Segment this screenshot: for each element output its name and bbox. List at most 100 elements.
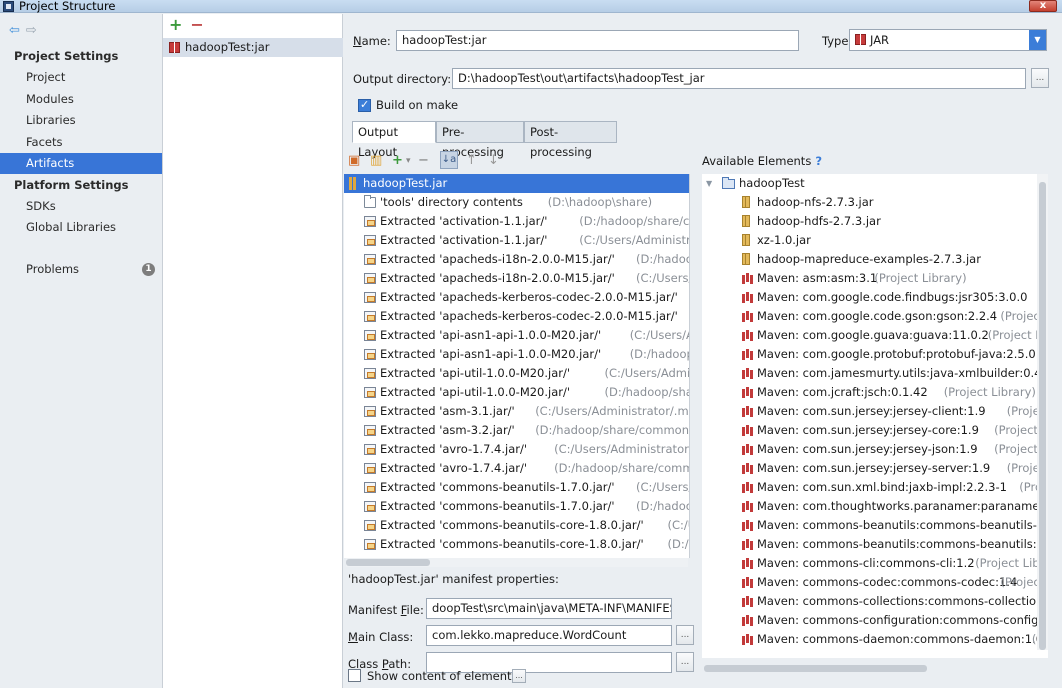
sidebar-item-modules[interactable]: Modules xyxy=(0,89,162,110)
available-vertical-scrollbar[interactable] xyxy=(1037,174,1048,650)
remove-artifact-button[interactable]: − xyxy=(190,15,203,34)
layout-item[interactable]: Extracted 'api-asn1-api-1.0.0-M20.jar/' (… xyxy=(344,326,689,345)
forward-arrow-icon[interactable]: ⇨ xyxy=(26,23,37,38)
layout-item[interactable]: Extracted 'commons-beanutils-1.7.0.jar/'… xyxy=(344,497,689,516)
available-item[interactable]: hadoop-mapreduce-examples-2.7.3.jar xyxy=(702,250,1048,269)
available-item[interactable]: hadoop-nfs-2.7.3.jar xyxy=(702,193,1048,212)
collapse-triangle-icon[interactable]: ▼ xyxy=(706,174,712,193)
layout-item[interactable]: Extracted 'commons-beanutils-core-1.8.0.… xyxy=(344,516,689,535)
layout-item[interactable]: Extracted 'asm-3.2.jar/' (D:/hadoop/share… xyxy=(344,421,689,440)
layout-item[interactable]: Extracted 'apacheds-i18n-2.0.0-M15.jar/'… xyxy=(344,269,689,288)
layout-item[interactable]: Extracted 'activation-1.1.jar/' (D:/hadoo… xyxy=(344,212,689,231)
add-artifact-button[interactable]: + xyxy=(169,15,182,34)
available-elements-tree[interactable]: ▼ hadoopTest hadoop-nfs-2.7.3.jar hadoop-… xyxy=(702,174,1048,658)
layout-item[interactable]: Extracted 'apacheds-kerberos-codec-2.0.0… xyxy=(344,288,689,307)
layout-item[interactable]: Extracted 'api-util-1.0.0-M20.jar/' (D:/h… xyxy=(344,383,689,402)
output-layout-horizontal-scrollbar[interactable] xyxy=(346,558,688,567)
browse-class-path-button[interactable]: ... xyxy=(676,652,694,672)
artifact-item-hadooptest-jar[interactable]: hadoopTest:jar xyxy=(163,38,343,57)
sidebar-item-problems[interactable]: Problems xyxy=(0,259,162,280)
create-directory-icon[interactable]: ▣ xyxy=(348,151,360,171)
available-item[interactable]: Maven: commons-beanutils:commons-beanuti… xyxy=(702,516,1048,535)
available-item[interactable]: Maven: com.sun.jersey:jersey-client:1.9(… xyxy=(702,402,1048,421)
layout-item[interactable]: Extracted 'api-util-1.0.0-M20.jar/' (C:/U… xyxy=(344,364,689,383)
available-item[interactable]: Maven: commons-collections:commons-colle… xyxy=(702,592,1048,611)
show-content-checkbox[interactable] xyxy=(348,669,361,682)
add-element-icon[interactable]: + xyxy=(392,151,403,171)
available-item[interactable]: Maven: commons-configuration:commons-con… xyxy=(702,611,1048,630)
layout-item[interactable]: Extracted 'commons-beanutils-1.7.0.jar/'… xyxy=(344,478,689,497)
available-item[interactable]: Maven: com.jamesmurty.utils:java-xmlbuil… xyxy=(702,364,1048,383)
available-item[interactable]: Maven: asm:asm:3.1 (Project Library) xyxy=(702,269,1048,288)
layout-item-label: Extracted 'apacheds-kerberos-codec-2.0.0… xyxy=(380,309,678,323)
layout-item[interactable]: Extracted 'apacheds-i18n-2.0.0-M15.jar/'… xyxy=(344,250,689,269)
available-item[interactable]: Maven: commons-codec:commons-codec:1.4 (P… xyxy=(702,573,1048,592)
extracted-archive-icon xyxy=(364,235,376,246)
available-item[interactable]: Maven: com.sun.jersey:jersey-server:1.9(… xyxy=(702,459,1048,478)
remove-element-icon[interactable]: − xyxy=(418,151,429,171)
layout-item[interactable]: Extracted 'commons-beanutils-core-1.8.0.… xyxy=(344,535,689,554)
available-item[interactable]: Maven: com.google.protobuf:protobuf-java… xyxy=(702,345,1048,364)
back-arrow-icon[interactable]: ⇦ xyxy=(9,23,20,38)
available-item[interactable]: hadoop-hdfs-2.7.3.jar xyxy=(702,212,1048,231)
project-settings-header: Project Settings xyxy=(14,49,119,63)
sort-elements-icon[interactable]: ↓a xyxy=(440,151,458,169)
available-item[interactable]: Maven: com.thoughtworks.paranamer:parana… xyxy=(702,497,1048,516)
name-input[interactable]: hadoopTest:jar xyxy=(396,30,799,51)
available-root-item[interactable]: ▼ hadoopTest xyxy=(702,174,1048,193)
close-button[interactable]: x xyxy=(1029,0,1057,12)
available-item[interactable]: Maven: com.sun.jersey:jersey-core:1.9 (Pr… xyxy=(702,421,1048,440)
layout-item[interactable]: Extracted 'avro-1.7.4.jar/' (D:/hadoop/sh… xyxy=(344,459,689,478)
layout-item[interactable]: Extracted 'activation-1.1.jar/' (C:/Users… xyxy=(344,231,689,250)
available-horizontal-scrollbar[interactable] xyxy=(702,664,1048,673)
layout-item[interactable]: Extracted 'api-asn1-api-1.0.0-M20.jar/' (… xyxy=(344,345,689,364)
sidebar-item-artifacts[interactable]: Artifacts xyxy=(0,153,162,174)
show-content-options-button[interactable]: ... xyxy=(512,669,526,683)
available-item[interactable]: Maven: com.google.code.findbugs:jsr305:3… xyxy=(702,288,1048,307)
layout-item[interactable]: 'tools' directory contents (D:\hadoop\sha… xyxy=(344,193,689,212)
available-item-label: Maven: com.sun.jersey:jersey-core:1.9 xyxy=(757,423,979,437)
artifact-label: hadoopTest:jar xyxy=(185,40,270,54)
layout-item-hint: (D:/hadoop/share/c xyxy=(629,347,689,361)
available-item[interactable]: Maven: commons-daemon:commons-daemon:1.0… xyxy=(702,630,1048,649)
layout-item-label: Extracted 'activation-1.1.jar/' xyxy=(380,233,548,247)
available-item[interactable]: Maven: commons-cli:commons-cli:1.2 (Proje… xyxy=(702,554,1048,573)
available-item[interactable]: Maven: com.sun.jersey:jersey-json:1.9 (Pr… xyxy=(702,440,1048,459)
chevron-down-icon[interactable]: ▼ xyxy=(1029,30,1046,50)
available-item[interactable]: Maven: commons-beanutils:commons-beanuti… xyxy=(702,535,1048,554)
manifest-file-label: Manifest File: xyxy=(348,603,424,617)
available-item[interactable]: xz-1.0.jar xyxy=(702,231,1048,250)
manifest-file-input[interactable]: doopTest\src\main\java\META-INF\MANIFEST… xyxy=(426,598,672,619)
output-directory-input[interactable]: D:\hadoopTest\out\artifacts\hadoopTest_j… xyxy=(452,68,1026,89)
available-item[interactable]: Maven: com.jcraft:jsch:0.1.42 (Project Li… xyxy=(702,383,1048,402)
tab-output-layout[interactable]: Output Layout xyxy=(352,121,436,159)
build-on-make-label[interactable]: Build on make xyxy=(376,98,458,112)
main-class-input[interactable]: com.lekko.mapreduce.WordCount xyxy=(426,625,672,646)
available-item[interactable]: Maven: com.google.code.gson:gson:2.2.4 (P… xyxy=(702,307,1048,326)
move-down-icon[interactable]: ↓ xyxy=(488,151,499,171)
build-on-make-checkbox[interactable] xyxy=(358,98,371,112)
sidebar-item-global-libraries[interactable]: Global Libraries xyxy=(0,217,162,238)
add-dropdown-icon[interactable]: ▾ xyxy=(406,151,411,171)
tab-post-processing[interactable]: Post-processing xyxy=(524,121,617,159)
type-select[interactable]: JAR ▼ xyxy=(849,29,1047,51)
browse-main-class-button[interactable]: ... xyxy=(676,625,694,645)
tab-pre-processing[interactable]: Pre-processing xyxy=(436,121,524,159)
output-layout-tree[interactable]: hadoopTest.jar 'tools' directory content… xyxy=(344,174,690,558)
move-up-icon[interactable]: ↑ xyxy=(466,151,477,171)
sidebar-item-facets[interactable]: Facets xyxy=(0,132,162,153)
browse-output-directory-button[interactable]: ... xyxy=(1031,68,1049,88)
layout-item[interactable]: Extracted 'avro-1.7.4.jar/' (C:/Users/Adm… xyxy=(344,440,689,459)
sidebar-item-sdks[interactable]: SDKs xyxy=(0,196,162,217)
available-item[interactable]: Maven: com.google.guava:guava:11.0.2 (Pro… xyxy=(702,326,1048,345)
sidebar-item-project[interactable]: Project xyxy=(0,67,162,88)
show-content-label[interactable]: Show content of elements xyxy=(367,669,518,683)
sidebar-item-libraries[interactable]: Libraries xyxy=(0,110,162,131)
help-icon[interactable]: ? xyxy=(815,154,822,168)
create-archive-icon[interactable]: ▥ xyxy=(370,151,382,171)
layout-root-item[interactable]: hadoopTest.jar xyxy=(344,174,689,193)
extracted-archive-icon xyxy=(364,216,376,227)
available-item[interactable]: Maven: com.sun.xml.bind:jaxb-impl:2.2.3-… xyxy=(702,478,1048,497)
layout-item[interactable]: Extracted 'apacheds-kerberos-codec-2.0.0… xyxy=(344,307,689,326)
layout-item[interactable]: Extracted 'asm-3.1.jar/' (C:/Users/Admini… xyxy=(344,402,689,421)
